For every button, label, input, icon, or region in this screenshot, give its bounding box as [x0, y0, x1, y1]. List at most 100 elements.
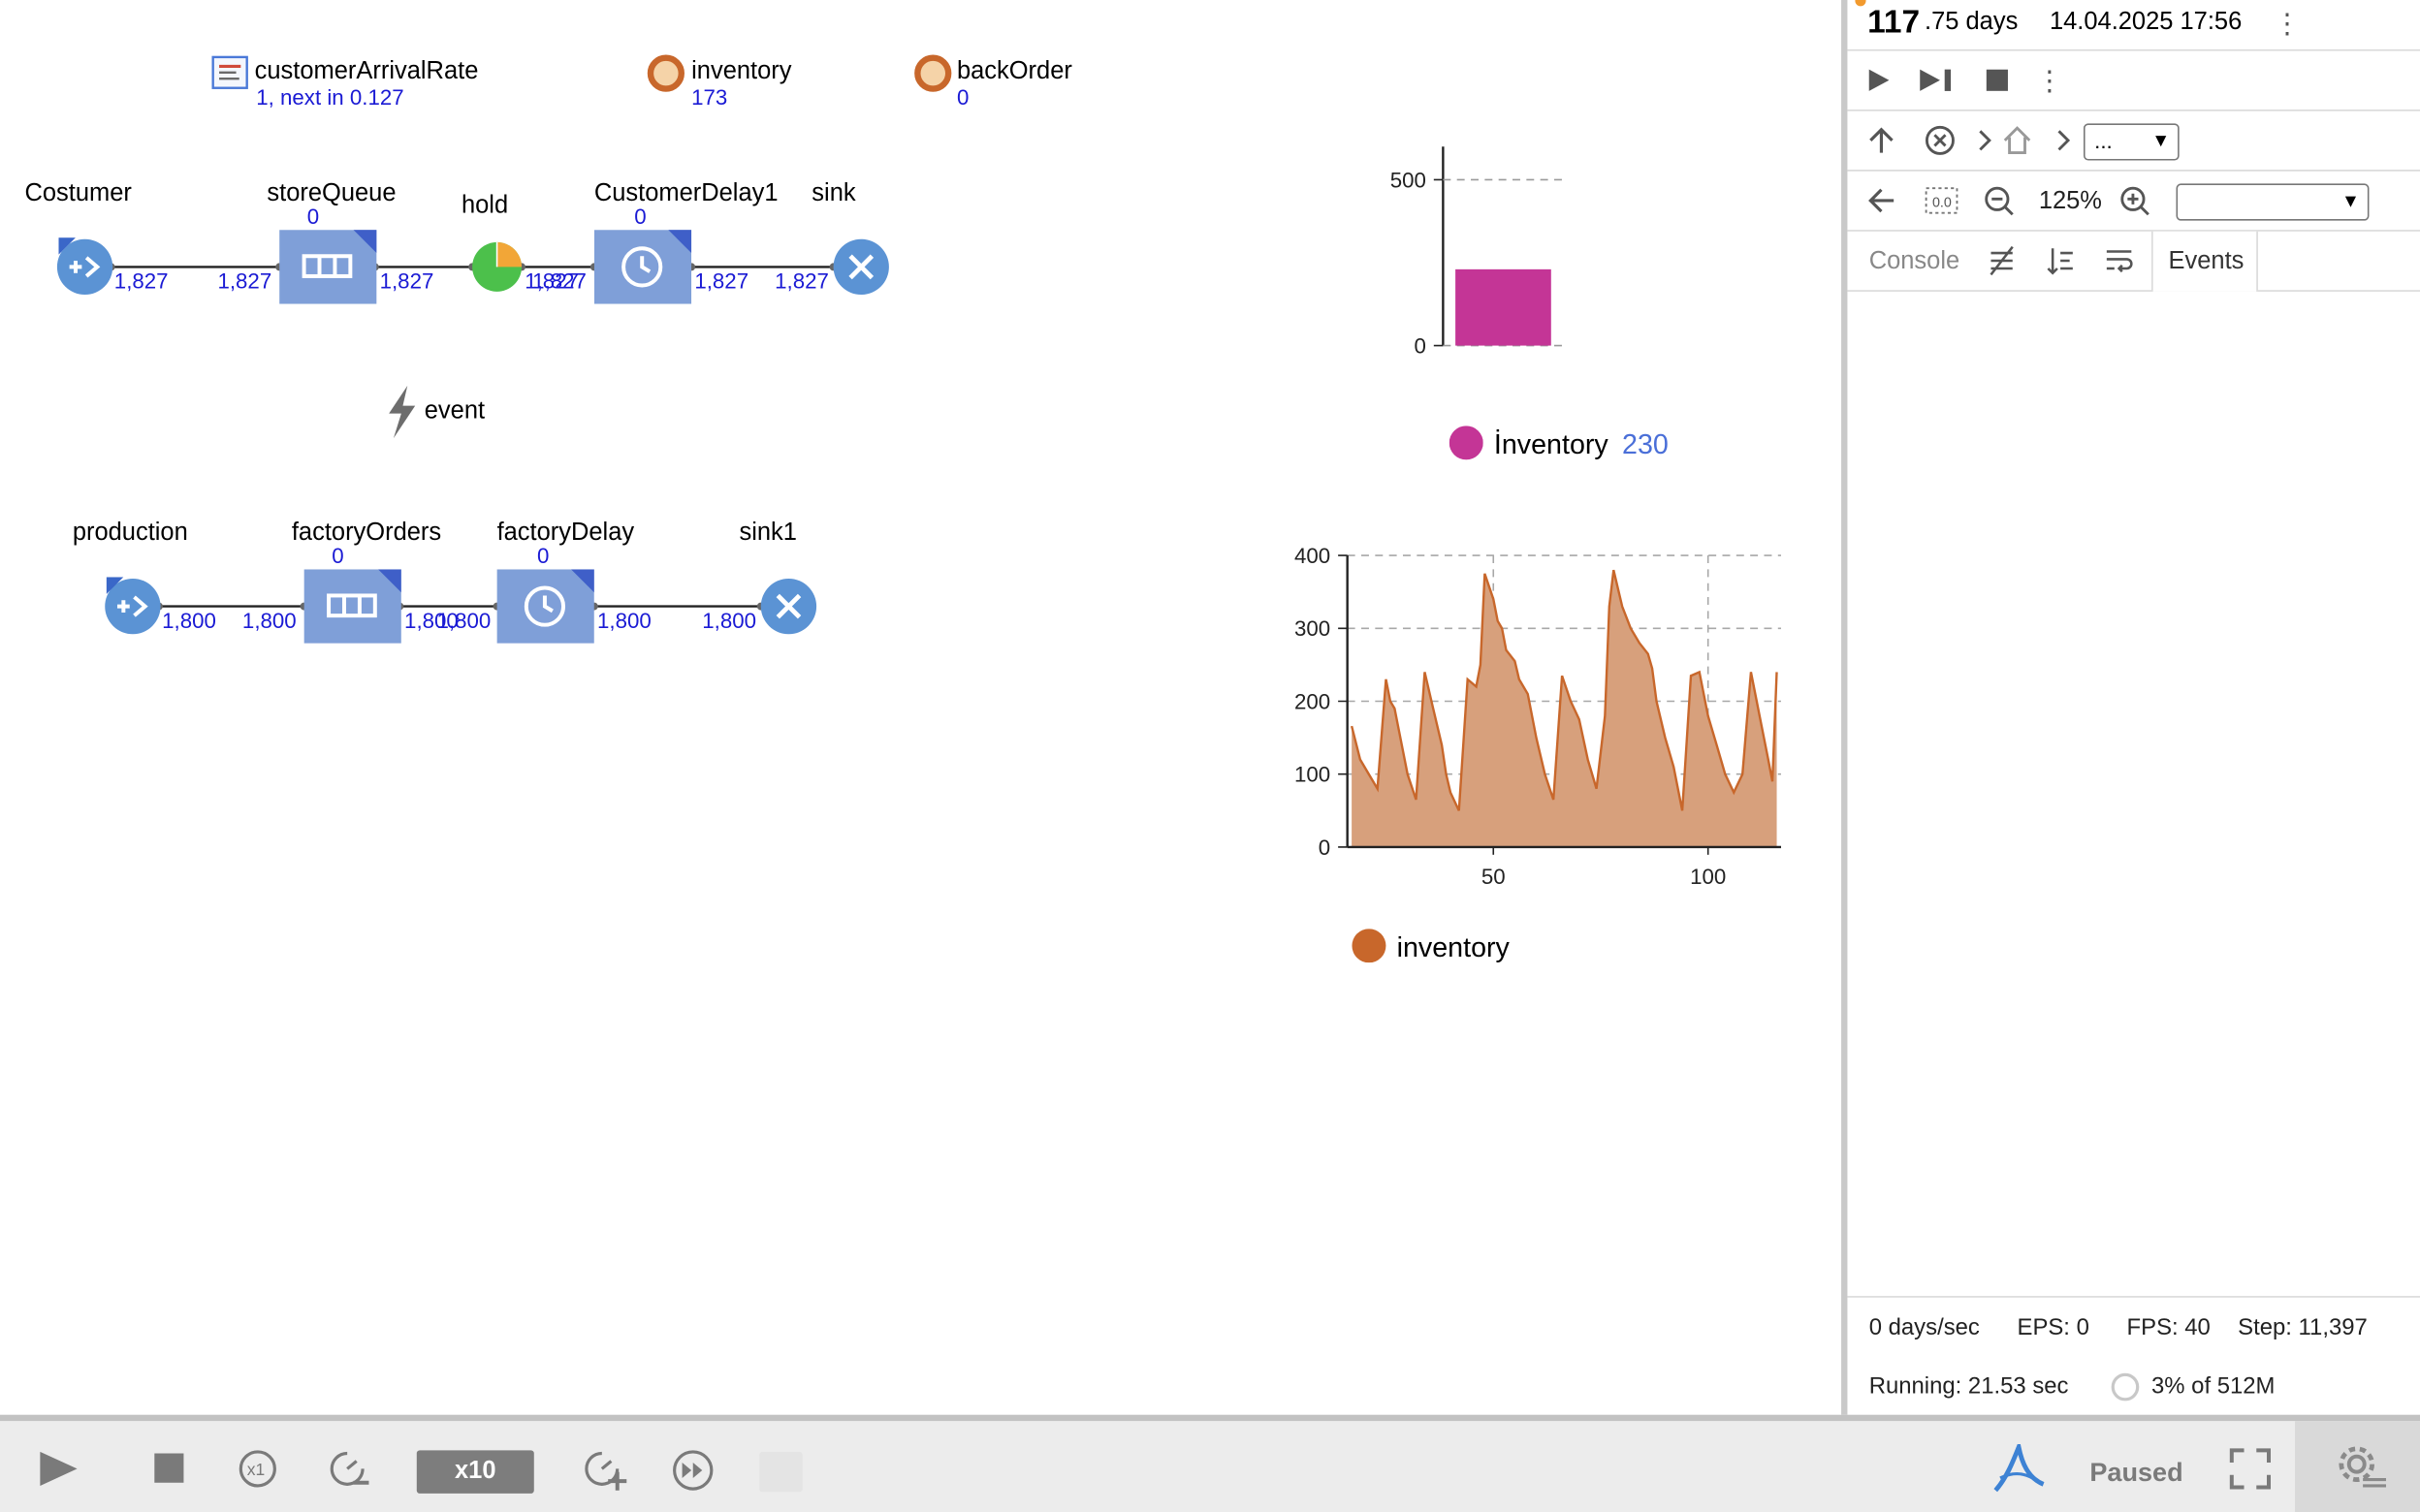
tab-events-label: Events [2168, 248, 2245, 275]
zoom-fit-icon[interactable]: 0.0 [1925, 185, 1958, 216]
delay-block-customer[interactable] [593, 230, 692, 311]
sink-in-count: 1,827 [775, 268, 829, 294]
event-label: event [424, 397, 486, 425]
view-area-select[interactable]: ▼ [2176, 183, 2370, 221]
slower-icon[interactable] [327, 1449, 370, 1496]
more-vertical-icon[interactable]: ⋮ [2036, 65, 2064, 96]
scroll-lock-icon[interactable] [2045, 245, 2076, 276]
store-queue-out-count: 1,827 [379, 268, 434, 294]
customer-delay-count: 0 [634, 204, 647, 229]
sink-block[interactable] [832, 237, 890, 303]
bar-legend-label: İnventory [1493, 428, 1608, 460]
sink1-block[interactable] [759, 577, 817, 643]
memory-progress-icon [2110, 1371, 2141, 1410]
source-block-production[interactable] [104, 577, 162, 643]
hold-label: hold [461, 192, 509, 220]
zoom-row: 0.0 125% ▼ [1847, 172, 2420, 232]
chevron-down-icon: ▼ [2340, 189, 2360, 212]
svg-text:x1: x1 [247, 1460, 265, 1479]
lightning-icon[interactable] [384, 385, 418, 446]
source-block-costumer[interactable] [55, 237, 113, 303]
chevron-right-icon [2055, 125, 2071, 156]
delay-block-factory[interactable] [496, 569, 594, 650]
simulation-status: Paused [2089, 1458, 2183, 1488]
tab-console[interactable]: Console [1869, 248, 1959, 276]
eps-stat: EPS: 0 [2017, 1314, 2089, 1341]
costumer-out-count: 1,827 [113, 268, 169, 294]
model-canvas[interactable]: customerArrivalRate 1, next in 0.127 inv… [0, 0, 1842, 1415]
arrow-left-icon[interactable] [1866, 185, 1897, 216]
factory-orders-label: factoryOrders [291, 520, 442, 547]
bottom-toolbar: x1 x10 Paused [0, 1414, 2420, 1512]
run-icon[interactable] [37, 1447, 80, 1498]
stop-icon[interactable] [1986, 69, 2008, 91]
factory-delay-label: factoryDelay [496, 520, 635, 547]
bar-inventory [1455, 268, 1551, 346]
area-x-tick-label: 100 [1690, 865, 1726, 889]
sink1-label: sink1 [739, 520, 797, 547]
store-queue-count: 0 [306, 204, 320, 229]
faster-icon[interactable] [582, 1449, 628, 1500]
gear-icon [2339, 1446, 2388, 1500]
arrow-up-icon[interactable] [1866, 125, 1897, 156]
sink-label: sink [812, 180, 856, 207]
run-icon[interactable] [1866, 66, 1891, 94]
queue-block-factory-orders[interactable] [303, 569, 401, 650]
home-icon[interactable] [2002, 125, 2033, 156]
svg-text:0.0: 0.0 [1932, 195, 1952, 210]
more-vertical-icon[interactable]: ⋮ [2274, 8, 2302, 39]
step-stat: Step: 11,397 [2238, 1314, 2368, 1341]
queue-block-store[interactable] [279, 230, 377, 311]
blank-button[interactable] [759, 1451, 803, 1493]
model-time-int: 117 [1867, 4, 1921, 41]
area-y-tick-label: 0 [1319, 835, 1330, 860]
agent-navigation-select[interactable]: ... ▼ [2083, 123, 2180, 161]
developer-panel: 117 .75 days 14.04.2025 17:56 ⋮ ⋮ ... ▼ 0… [1841, 0, 2420, 1415]
inventory-bar-chart: 0 500 [1390, 146, 1564, 359]
running-stat: Running: 21.53 sec [1868, 1372, 2069, 1400]
clear-console-icon[interactable] [1987, 245, 2018, 276]
zoom-level: 125% [2038, 188, 2102, 215]
word-wrap-icon[interactable] [2104, 245, 2135, 276]
agent-navigation-value: ... [2094, 128, 2113, 153]
factory-orders-count: 0 [332, 543, 344, 568]
realtime-x1-icon[interactable]: x1 [238, 1449, 277, 1496]
area-y-tick-label: 400 [1294, 544, 1330, 568]
time-row: 117 .75 days 14.04.2025 17:56 ⋮ [1847, 0, 2420, 51]
bar-y-tick-label: 0 [1414, 334, 1425, 359]
settings-box[interactable] [2295, 1421, 2420, 1512]
hold-block[interactable] [471, 240, 524, 300]
customer-delay-label: CustomerDelay1 [593, 180, 779, 207]
zoom-out-icon[interactable] [1984, 185, 2015, 216]
area-legend-swatch [1352, 929, 1386, 970]
factory-orders-in-count: 1,800 [241, 608, 297, 633]
close-circle-icon[interactable] [1925, 125, 1956, 156]
factory-delay-count: 0 [536, 543, 550, 568]
bar-legend-swatch [1449, 425, 1483, 467]
inventory-area-chart: 0 100 200 300 400 50 100 [1294, 544, 1781, 889]
virtual-time-icon[interactable] [671, 1449, 715, 1500]
chevron-right-icon [1977, 125, 1992, 156]
zoom-in-icon[interactable] [2119, 185, 2150, 216]
anylogic-logo-icon [1990, 1438, 2046, 1501]
bar-y-tick-label: 500 [1390, 168, 1426, 192]
speed-stat: 0 days/sec [1868, 1314, 1980, 1341]
speed-indicator: x10 [416, 1450, 534, 1494]
stop-icon[interactable] [154, 1453, 185, 1493]
fps-stat: FPS: 40 [2126, 1314, 2211, 1341]
costumer-source-label: Costumer [24, 180, 132, 207]
area-legend-label: inventory [1396, 931, 1510, 963]
factory-delay-in-count: 1,800 [436, 608, 492, 633]
step-icon[interactable] [1917, 66, 1957, 94]
chevron-down-icon: ▼ [2151, 129, 2171, 151]
production-out-count: 1,800 [162, 608, 216, 633]
tab-events[interactable]: Events [2151, 231, 2258, 292]
run-controls-row: ⋮ [1847, 51, 2420, 111]
console-output[interactable] [1847, 292, 2420, 1296]
area-y-tick-label: 200 [1294, 689, 1330, 713]
area-x-tick-label: 50 [1481, 865, 1506, 889]
model-date: 14.04.2025 17:56 [2049, 9, 2243, 36]
customer-delay-in-count: 1,827 [532, 268, 587, 294]
area-series-fill [1352, 570, 1777, 847]
fullscreen-icon[interactable] [2229, 1447, 2273, 1498]
